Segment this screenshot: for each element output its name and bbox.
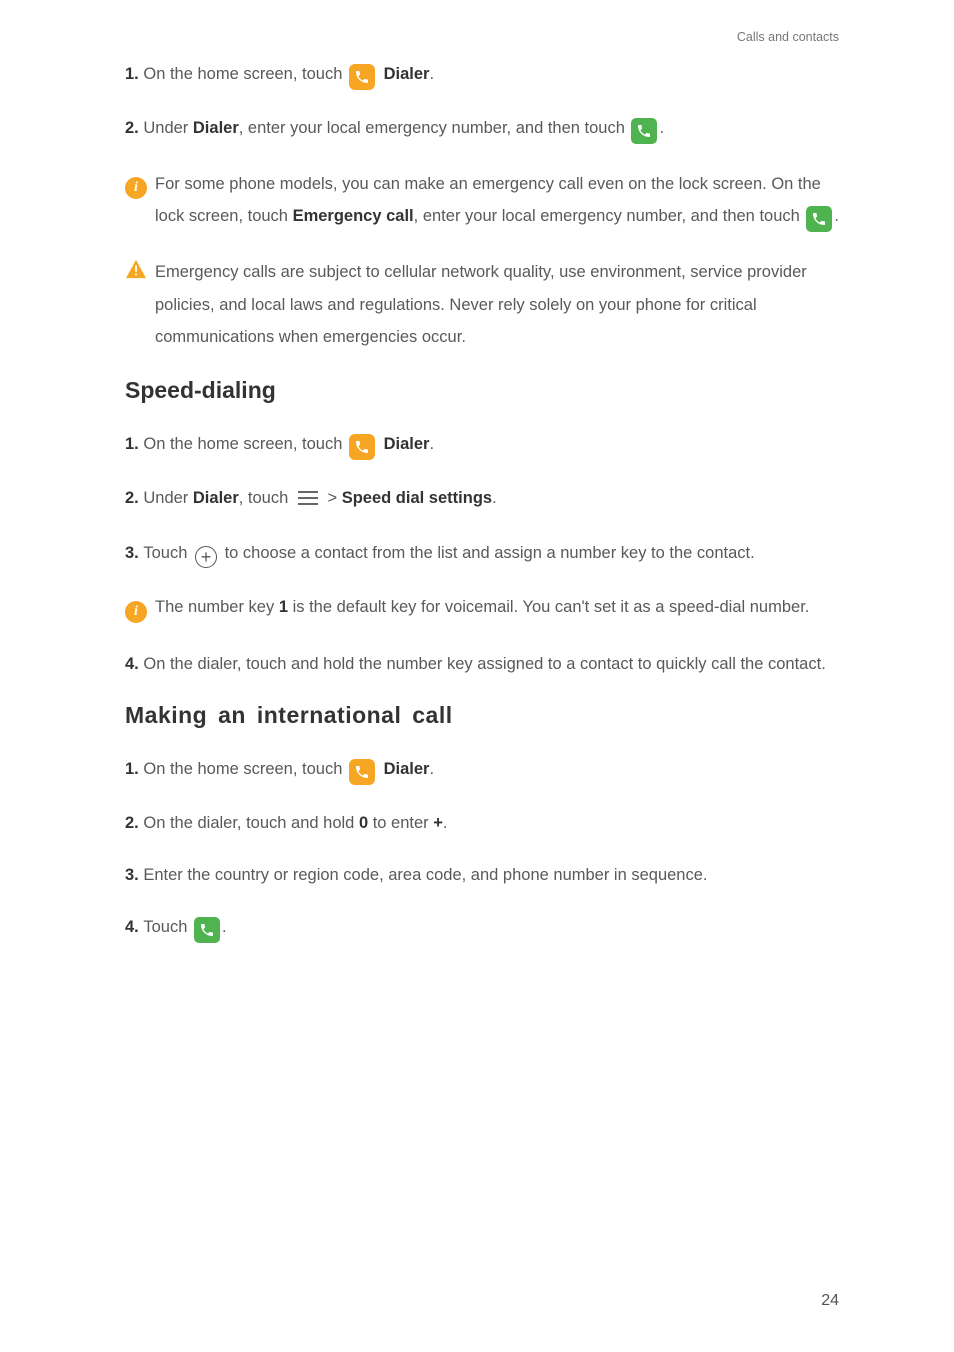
intl-step-1: 1. On the home screen, touch Dialer. <box>125 755 839 785</box>
step-number: 3. <box>125 544 143 562</box>
intl-step-4: 4. Touch . <box>125 913 839 943</box>
warning-icon <box>125 258 147 278</box>
hamburger-menu-icon <box>297 487 319 515</box>
step-text: On the home screen, touch <box>143 65 347 83</box>
emergency-step-2: 2. Under Dialer, enter your local emerge… <box>125 114 839 144</box>
emergency-call-label: Emergency call <box>293 207 414 225</box>
plus-circle-icon: + <box>195 546 217 568</box>
step-number: 3. <box>125 866 143 884</box>
step-text: Under <box>143 489 193 507</box>
dialer-label: Dialer <box>193 119 239 137</box>
info-note-voicemail-key: i The number key 1 is the default key fo… <box>125 592 839 626</box>
step-text: , enter your local emergency number, and… <box>239 119 630 137</box>
call-icon <box>631 118 657 144</box>
dialer-icon <box>349 64 375 90</box>
page-number: 24 <box>821 1292 839 1310</box>
info-note-emergency-lockscreen: i For some phone models, you can make an… <box>125 168 839 232</box>
dialer-label: Dialer <box>384 760 430 778</box>
speed-dial-step-1: 1. On the home screen, touch Dialer. <box>125 430 839 460</box>
step-text: to enter <box>368 814 433 832</box>
header-breadcrumb: Calls and contacts <box>737 30 839 44</box>
info-icon: i <box>125 601 147 623</box>
emergency-step-1: 1. On the home screen, touch Dialer. <box>125 60 839 90</box>
call-icon <box>806 206 832 232</box>
dialer-label: Dialer <box>193 489 239 507</box>
period: . <box>429 435 434 453</box>
step-text: On the dialer, touch and hold the number… <box>143 655 825 673</box>
period: . <box>443 814 448 832</box>
zero-key-label: 0 <box>359 814 368 832</box>
period: . <box>429 65 434 83</box>
step-text: On the home screen, touch <box>143 435 347 453</box>
period: . <box>492 489 497 507</box>
speed-dial-step-4: 4. On the dialer, touch and hold the num… <box>125 650 839 678</box>
note-text: is the default key for voicemail. You ca… <box>288 598 809 616</box>
step-number: 1. <box>125 65 143 83</box>
call-icon <box>194 917 220 943</box>
dialer-icon <box>349 434 375 460</box>
step-number: 1. <box>125 435 143 453</box>
period: . <box>659 119 664 137</box>
section-heading-international-call: Making an international call <box>125 702 839 729</box>
step-number: 2. <box>125 119 143 137</box>
period: . <box>222 918 227 936</box>
intl-step-2: 2. On the dialer, touch and hold 0 to en… <box>125 809 839 837</box>
warning-text: Emergency calls are subject to cellular … <box>155 263 807 345</box>
note-text: , enter your local emergency number, and… <box>414 207 805 225</box>
warning-note-emergency: Emergency calls are subject to cellular … <box>125 256 839 353</box>
step-text: Touch <box>143 544 192 562</box>
chevron-separator: > <box>327 489 341 507</box>
step-number: 4. <box>125 655 143 673</box>
speed-dial-step-3: 3. Touch + to choose a contact from the … <box>125 539 839 568</box>
step-text: On the dialer, touch and hold <box>143 814 359 832</box>
dialer-icon <box>349 759 375 785</box>
step-number: 2. <box>125 814 143 832</box>
step-number: 2. <box>125 489 143 507</box>
step-number: 1. <box>125 760 143 778</box>
step-text: , touch <box>239 489 293 507</box>
dialer-label: Dialer <box>384 65 430 83</box>
step-text: Touch <box>143 918 192 936</box>
dialer-label: Dialer <box>384 435 430 453</box>
speed-dial-settings-label: Speed dial settings <box>342 489 492 507</box>
page-content: 1. On the home screen, touch Dialer. 2. … <box>0 0 954 943</box>
speed-dial-step-2: 2. Under Dialer, touch > Speed dial sett… <box>125 484 839 515</box>
key-1-label: 1 <box>279 598 288 616</box>
intl-step-3: 3. Enter the country or region code, are… <box>125 861 839 889</box>
step-number: 4. <box>125 918 143 936</box>
step-text: Enter the country or region code, area c… <box>143 866 707 884</box>
note-text: The number key <box>155 598 279 616</box>
period: . <box>834 207 839 225</box>
info-icon: i <box>125 177 147 199</box>
step-text: Under <box>143 119 193 137</box>
period: . <box>429 760 434 778</box>
step-text: to choose a contact from the list and as… <box>220 544 755 562</box>
step-text: On the home screen, touch <box>143 760 347 778</box>
plus-label: + <box>433 814 443 832</box>
section-heading-speed-dialing: Speed-dialing <box>125 377 839 404</box>
